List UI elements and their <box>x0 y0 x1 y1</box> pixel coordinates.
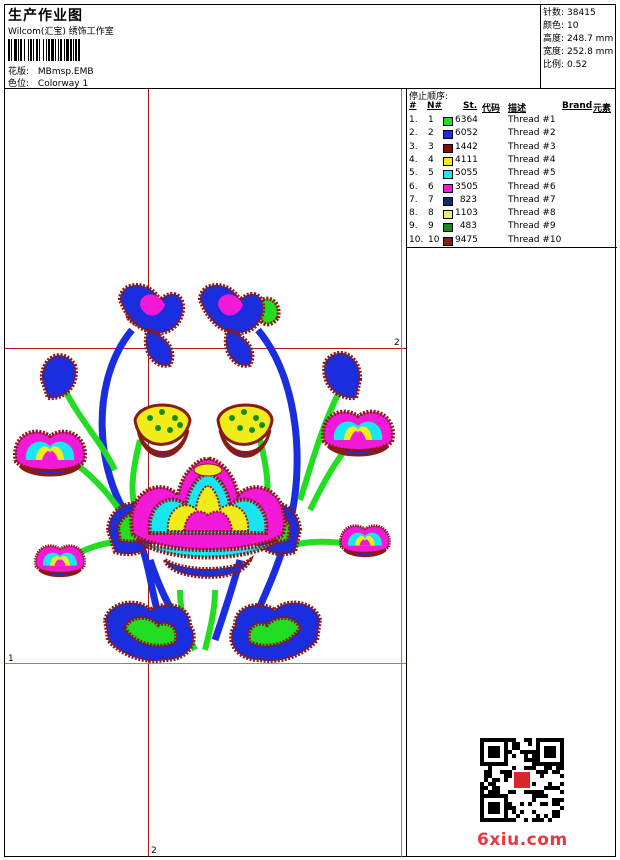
row-index: 10. <box>409 234 424 245</box>
thread-color-swatch <box>443 117 453 126</box>
row-needle: 8 <box>428 208 434 219</box>
row-description: Thread #3 <box>508 141 556 152</box>
row-description: Thread #10 <box>508 234 562 245</box>
row-needle: 9 <box>428 221 434 232</box>
row-stitches: 5055 <box>455 168 478 179</box>
table-row: 2. 2 6052 Thread #2 <box>407 128 617 141</box>
row-description: Thread #2 <box>508 128 556 139</box>
thread-color-swatch <box>443 196 453 206</box>
table-row: 3. 3 1442 Thread #3 <box>407 142 617 155</box>
row-stitches: 823 <box>459 194 477 205</box>
row-stitches: 9475 <box>455 234 478 245</box>
thread-color-swatch <box>443 130 453 140</box>
col-header-index: # <box>409 101 417 111</box>
table-row: 7. 7 823 Thread #7 <box>407 195 617 208</box>
row-description: Thread #8 <box>508 208 556 219</box>
row-index: 6. <box>409 181 418 192</box>
row-stitches: 1442 <box>455 141 478 152</box>
row-description: Thread #9 <box>508 221 556 232</box>
row-stitches: 4111 <box>455 154 478 165</box>
col-header-n: N# <box>427 101 443 111</box>
row-index: 3. <box>409 141 418 152</box>
table-row: 8. 8 1103 Thread #8 <box>407 208 617 221</box>
thread-color-swatch <box>443 183 453 193</box>
row-needle: 10 <box>428 234 440 245</box>
table-row: 4. 4 4111 Thread #4 <box>407 155 617 168</box>
row-index: 1. <box>409 115 418 125</box>
col-header-brand: Brand <box>562 101 593 111</box>
row-description: Thread #7 <box>508 194 556 205</box>
row-index: 4. <box>409 154 418 165</box>
col-header-code: 代码 <box>482 104 501 114</box>
panel-divider <box>407 247 617 248</box>
row-needle: 4 <box>428 154 434 165</box>
col-header-desc: 描述 <box>508 104 527 114</box>
thread-color-swatch <box>443 143 453 153</box>
row-index: 8. <box>409 208 418 219</box>
row-stitches: 6364 <box>455 115 478 125</box>
row-stitches: 3505 <box>455 181 478 192</box>
row-index: 5. <box>409 168 418 179</box>
row-description: Thread #4 <box>508 154 556 165</box>
row-stitches: 1103 <box>455 208 478 219</box>
thread-color-swatch <box>443 170 453 180</box>
thread-color-swatch <box>443 210 453 220</box>
row-needle: 2 <box>428 128 434 139</box>
table-row: 5. 5 5055 Thread #5 <box>407 168 617 181</box>
watermark: 6xiu.com <box>477 830 568 850</box>
row-stitches: 483 <box>459 221 477 232</box>
qr-code-icon <box>480 738 564 822</box>
thread-color-swatch <box>443 223 453 233</box>
row-index: 9. <box>409 221 418 232</box>
thread-color-swatch <box>443 156 453 166</box>
table-row: 6. 6 3505 Thread #6 <box>407 182 617 195</box>
row-needle: 3 <box>428 141 434 152</box>
row-description: Thread #5 <box>508 168 556 179</box>
row-index: 2. <box>409 128 418 139</box>
row-needle: 6 <box>428 181 434 192</box>
table-row: 9. 9 483 Thread #9 <box>407 221 617 234</box>
table-row: 10. 10 9475 Thread #10 <box>407 235 617 248</box>
col-header-stitches: St. <box>463 101 478 111</box>
row-index: 7. <box>409 194 418 205</box>
table-row: 1. 1 6364 Thread #1 <box>407 115 617 128</box>
row-needle: 5 <box>428 168 434 179</box>
row-description: Thread #6 <box>508 181 556 192</box>
col-header-element: 元素 <box>593 104 612 114</box>
row-needle: 1 <box>428 115 434 125</box>
row-description: Thread #1 <box>508 115 556 125</box>
row-stitches: 6052 <box>455 128 478 139</box>
thread-color-swatch <box>443 236 453 246</box>
row-needle: 7 <box>428 194 434 205</box>
